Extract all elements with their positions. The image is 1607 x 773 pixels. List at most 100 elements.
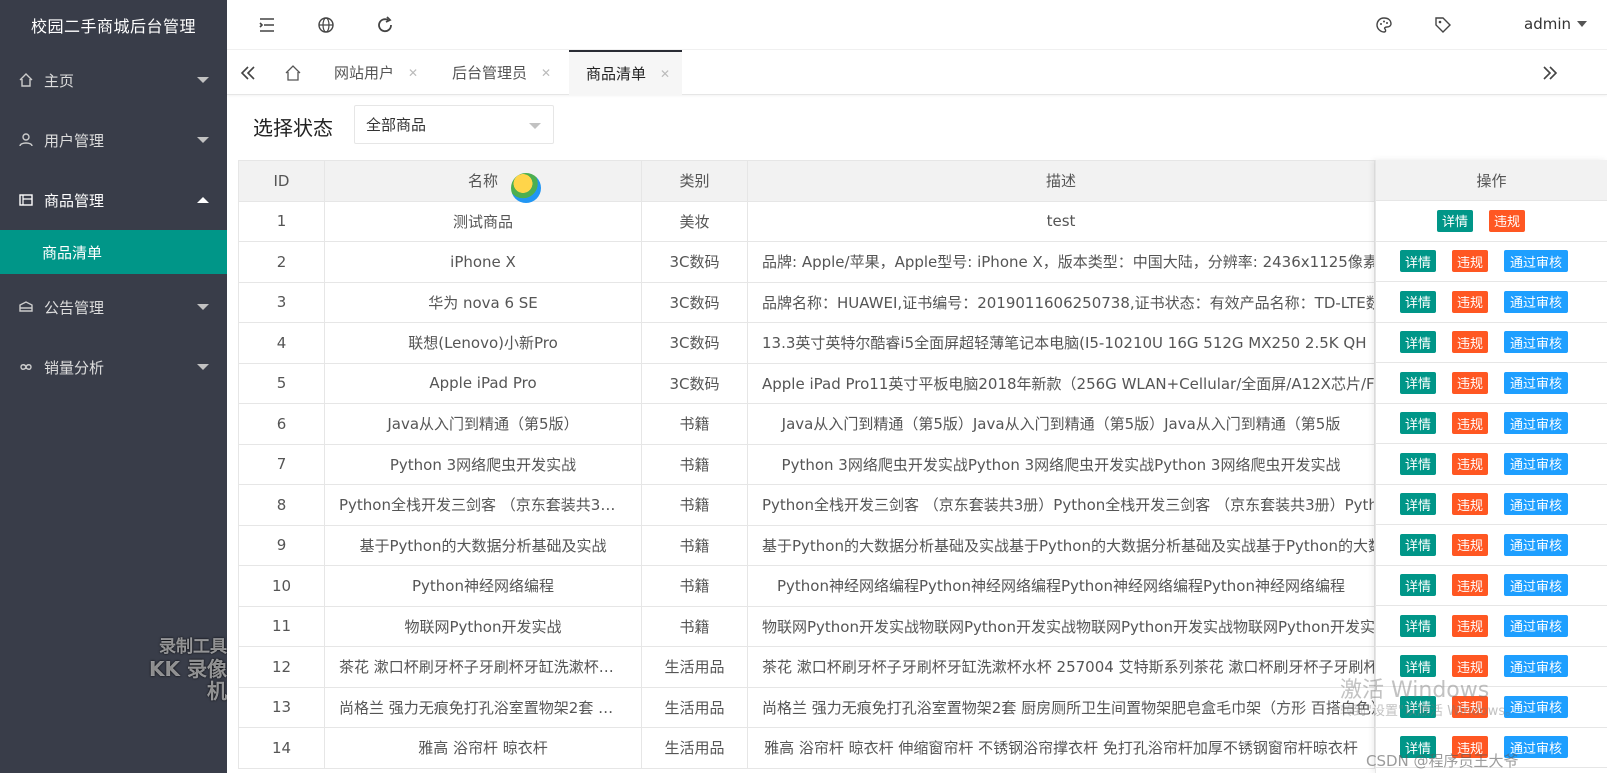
table-row: 1 测试商品 美妆 test [238,200,1375,242]
theme-palette-icon[interactable] [1372,13,1396,37]
sidebar-item-home[interactable]: 主页 [0,50,227,110]
ops-row: 详情 违规 通过审核 [1376,525,1607,566]
cell-id: 4 [238,322,325,364]
table-row: 3 华为 nova 6 SE 3C数码 品牌名称：HUAWEI,证书编号：201901… [238,281,1375,323]
detail-button[interactable]: 详情 [1400,412,1437,435]
detail-button[interactable]: 详情 [1400,331,1437,354]
approve-button[interactable]: 通过审核 [1504,250,1569,273]
detail-button[interactable]: 详情 [1400,371,1437,394]
table-header-row: ID 名称 类别 描述 [238,160,1375,202]
windows-activation-hint: 转到"设置"以激活 Windows。 [1340,704,1519,719]
tag-icon[interactable] [1431,13,1455,37]
violate-button[interactable]: 违规 [1452,574,1489,597]
cell-id: 7 [238,443,325,485]
col-header-desc[interactable]: 描述 [747,160,1375,202]
sidebar-item-analysis[interactable]: 销量分析 [0,337,227,397]
cell-category: 书籍 [641,403,748,445]
recorder-watermark-line1: 录制工具 [159,637,227,657]
close-icon[interactable]: ✕ [408,66,418,80]
cell-desc: 茶花 漱口杯刷牙杯子牙刷杯牙缸洗漱杯水杯 257004 艾特斯系列茶花 漱口杯刷… [747,646,1375,688]
detail-button[interactable]: 详情 [1400,250,1437,273]
col-header-ops: 操作 [1376,160,1607,201]
approve-button[interactable]: 通过审核 [1504,331,1569,354]
col-header-category[interactable]: 类别 [641,160,748,202]
sidebar-item-label: 用户管理 [44,131,105,150]
violate-button[interactable]: 违规 [1452,371,1489,394]
cell-id: 5 [238,362,325,404]
cell-category: 美妆 [641,200,748,242]
cell-id: 11 [238,605,325,647]
home-icon [16,70,36,90]
ops-row: 详情 违规 通过审核 [1376,323,1607,363]
sidebar-item-goods[interactable]: 商品管理 [0,170,227,230]
refresh-icon[interactable] [373,13,397,37]
ops-row: 详情 违规 通过审核 [1376,363,1607,404]
approve-button[interactable]: 通过审核 [1504,574,1569,597]
close-icon[interactable]: ✕ [541,66,551,80]
cell-id: 10 [238,565,325,607]
ops-row: 详情 违规 通过审核 [1376,566,1607,606]
violate-button[interactable]: 违规 [1452,412,1489,435]
violate-button[interactable]: 违规 [1452,493,1489,516]
tab-admins[interactable]: 后台管理员 ✕ [452,50,551,95]
violate-button[interactable]: 违规 [1452,331,1489,354]
status-select[interactable]: 全部商品 [354,105,554,144]
approve-button[interactable]: 通过审核 [1504,412,1569,435]
approve-button[interactable]: 通过审核 [1504,493,1569,516]
cell-category: 书籍 [641,443,748,485]
cell-id: 3 [238,281,325,323]
tab-goods-list[interactable]: 商品清单 ✕ [569,50,683,95]
detail-button[interactable]: 详情 [1400,533,1437,556]
approve-button[interactable]: 通过审核 [1504,452,1569,475]
user-menu[interactable]: admin [1524,15,1587,33]
sidebar-subitem-goods-list[interactable]: 商品清单 [0,230,227,274]
cell-id: 14 [238,727,325,769]
violate-button[interactable]: 违规 [1452,614,1489,637]
tabs-scroll-right-icon[interactable] [1541,50,1559,95]
cell-desc: Python神经网络编程Python神经网络编程Python神经网络编程Pyth… [747,565,1375,607]
cell-name: Java从入门到精通（第5版） [324,403,642,445]
detail-button[interactable]: 详情 [1400,614,1437,637]
detail-button[interactable]: 详情 [1400,290,1437,313]
approve-button[interactable]: 通过审核 [1504,290,1569,313]
violate-button[interactable]: 违规 [1452,452,1489,475]
tab-label: 后台管理员 [452,64,528,82]
approve-button[interactable]: 通过审核 [1504,533,1569,556]
violate-button[interactable]: 违规 [1489,209,1526,232]
cursor-highlight [511,173,541,203]
sidebar-item-label: 公告管理 [44,298,105,317]
sidebar-item-users[interactable]: 用户管理 [0,110,227,170]
menu-collapse-icon[interactable] [255,13,279,37]
col-header-name[interactable]: 名称 [324,160,642,202]
sidebar-item-notice[interactable]: 公告管理 [0,277,227,337]
cell-name: 基于Python的大数据分析基础及实战 [324,524,642,566]
tab-site-users[interactable]: 网站用户 ✕ [334,50,418,95]
close-icon[interactable]: ✕ [660,67,670,81]
tabs-scroll-left-icon[interactable] [239,50,257,95]
violate-button[interactable]: 违规 [1452,290,1489,313]
detail-button[interactable]: 详情 [1437,209,1474,232]
ops-row: 详情 违规 通过审核 [1376,282,1607,323]
cell-desc: 13.3英寸英特尔酷睿i5全面屏超轻薄笔记本电脑(I5-10210U 16G 5… [747,322,1375,364]
col-header-id[interactable]: ID [238,160,325,202]
detail-button[interactable]: 详情 [1400,574,1437,597]
violate-button[interactable]: 违规 [1452,533,1489,556]
chevron-down-icon [197,304,209,310]
status-select-value: 全部商品 [366,116,427,134]
globe-icon[interactable] [314,13,338,37]
sidebar-item-label: 商品管理 [44,191,105,210]
csdn-watermark: CSDN @程序员王大爷 [1366,752,1519,770]
home-tab-icon[interactable] [284,50,302,95]
approve-button[interactable]: 通过审核 [1504,371,1569,394]
detail-button[interactable]: 详情 [1400,452,1437,475]
cell-name: 联想(Lenovo)小新Pro [324,322,642,364]
approve-button[interactable]: 通过审核 [1504,614,1569,637]
violate-button[interactable]: 违规 [1452,250,1489,273]
table-row: 12 茶花 漱口杯刷牙杯子牙刷杯牙缸洗漱杯水杯 生活用品 茶花 漱口杯刷牙杯子牙刷杯牙… [238,646,1375,688]
sidebar: 校园二手商城后台管理 主页 用户管理 商品管理 商品清单 公告管理 销量分析 录… [0,0,227,773]
ops-row: 详情 违规 通过审核 [1376,606,1607,647]
detail-button[interactable]: 详情 [1400,493,1437,516]
sidebar-item-label: 销量分析 [44,358,105,377]
notice-icon [16,297,36,317]
approve-button[interactable]: 通过审核 [1504,655,1569,678]
